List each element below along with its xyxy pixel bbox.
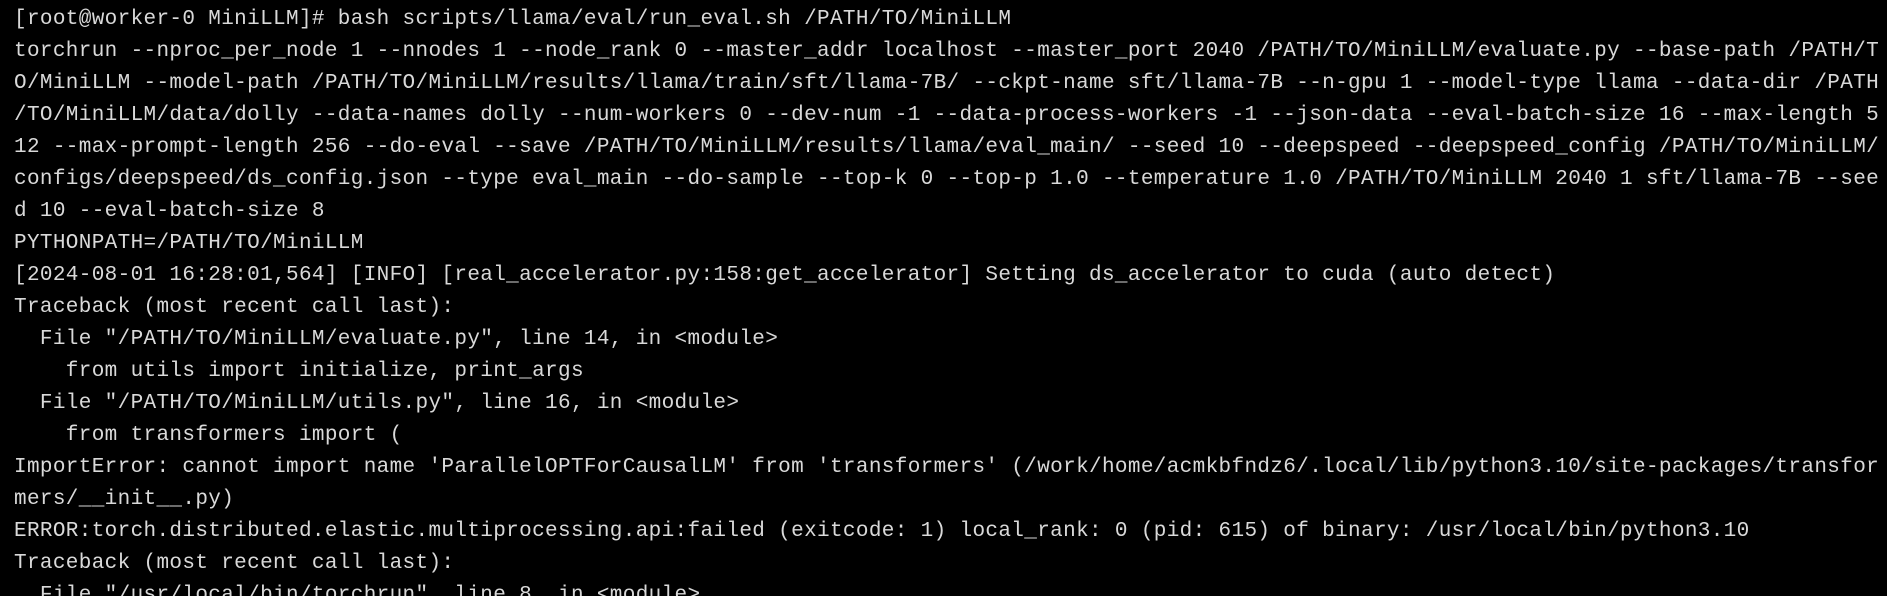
terminal-line: 12 --max-prompt-length 256 --do-eval --s…	[14, 136, 1880, 159]
terminal-line: File "/PATH/TO/MiniLLM/utils.py", line 1…	[14, 392, 740, 415]
terminal-line: O/MiniLLM --model-path /PATH/TO/MiniLLM/…	[14, 72, 1880, 95]
terminal-line: from transformers import (	[14, 424, 403, 447]
terminal-line: ImportError: cannot import name 'Paralle…	[14, 456, 1880, 479]
terminal-line: ERROR:torch.distributed.elastic.multipro…	[14, 520, 1750, 543]
terminal-line: File "/usr/local/bin/torchrun", line 8, …	[14, 584, 701, 596]
terminal-line: [root@worker-0 MiniLLM]# bash scripts/ll…	[14, 8, 1012, 31]
terminal-line: from utils import initialize, print_args	[14, 360, 584, 383]
terminal-line: d 10 --eval-batch-size 8	[14, 200, 325, 223]
terminal-line: configs/deepspeed/ds_config.json --type …	[14, 168, 1880, 191]
terminal-line: torchrun --nproc_per_node 1 --nnodes 1 -…	[14, 40, 1880, 63]
terminal-line: mers/__init__.py)	[14, 488, 235, 511]
terminal-line: /TO/MiniLLM/data/dolly --data-names doll…	[14, 104, 1880, 127]
terminal-line: File "/PATH/TO/MiniLLM/evaluate.py", lin…	[14, 328, 779, 351]
terminal-line: Traceback (most recent call last):	[14, 296, 455, 319]
terminal-line: [2024-08-01 16:28:01,564] [INFO] [real_a…	[14, 264, 1556, 287]
terminal-line: Traceback (most recent call last):	[14, 552, 455, 575]
terminal-line: PYTHONPATH=/PATH/TO/MiniLLM	[14, 232, 364, 255]
terminal-window[interactable]: [root@worker-0 MiniLLM]# bash scripts/ll…	[0, 0, 1887, 596]
